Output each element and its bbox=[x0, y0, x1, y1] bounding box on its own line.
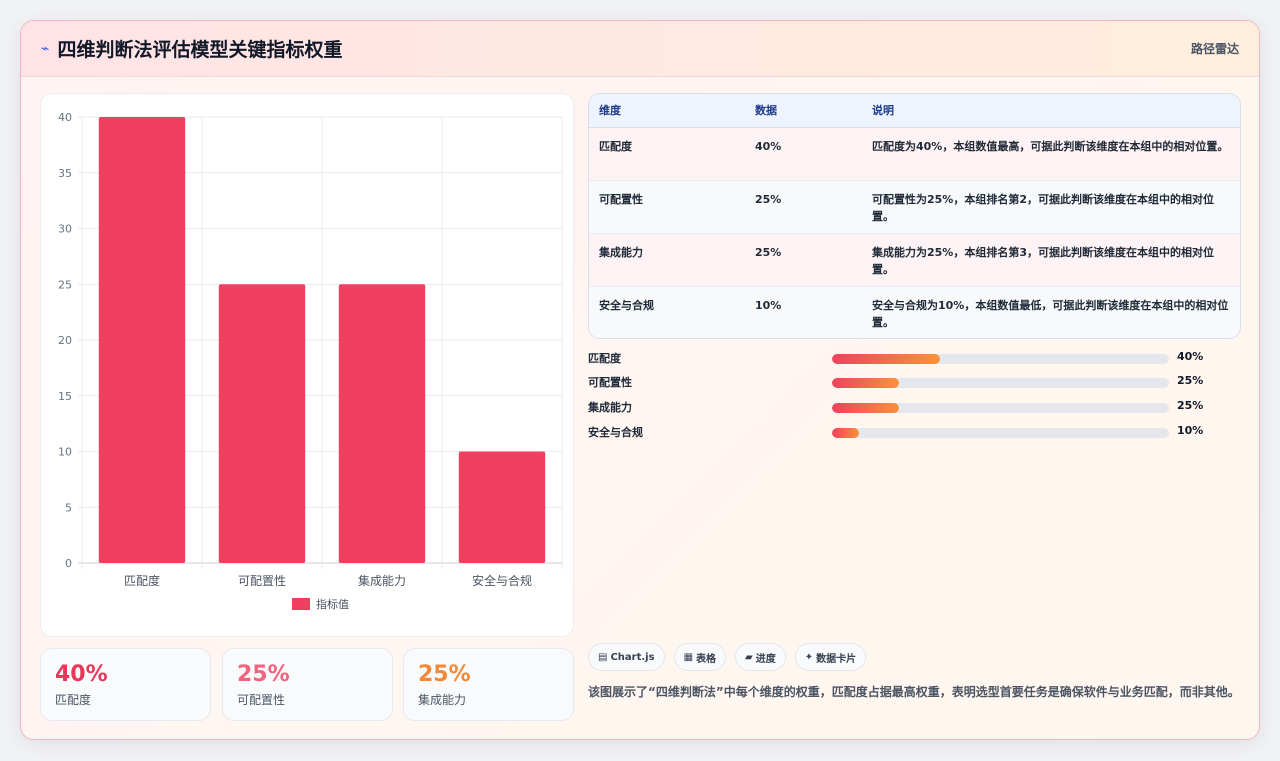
tag-data-card[interactable]: ✦ 数据卡片 bbox=[794, 643, 867, 671]
progress-fill bbox=[832, 378, 900, 388]
progress-track bbox=[832, 403, 1169, 413]
progress-value: 25% bbox=[1177, 374, 1204, 387]
column-header-data: 数据 bbox=[745, 94, 862, 128]
table-row: 匹配度 40% 匹配度为40%，本组数值最高，可据此判断该维度在本组中的相对位置… bbox=[589, 127, 1240, 181]
table-cell: 集成能力 bbox=[589, 233, 745, 287]
progress-row-configurability: 可配置性 25% bbox=[588, 372, 1248, 392]
progress-value: 40% bbox=[1177, 350, 1204, 363]
bar-0 bbox=[98, 117, 186, 563]
table-cell: 安全与合规 bbox=[599, 298, 654, 312]
table-cell: 安全与合规为10%，本组数值最低，可据此判断该维度在本组中的相对位置。 bbox=[872, 298, 1229, 329]
table-row: 可配置性 25% 可配置性为25%，本组排名第2，可据此判断该维度在本组中的相对… bbox=[589, 180, 1240, 234]
stat-card-match: 40% 匹配度 bbox=[40, 648, 211, 721]
column-header-dimension: 维度 bbox=[589, 94, 745, 128]
legend-swatch bbox=[292, 598, 310, 610]
page-title: 四维判断法评估模型关键指标权重 bbox=[57, 39, 343, 61]
tag-label: 数据卡片 bbox=[816, 653, 857, 665]
y-tick-label: 20 bbox=[58, 334, 72, 347]
progress-icon: ▰ bbox=[745, 651, 753, 663]
data-table: 维度 数据 说明 匹配度 40% 匹配度为40%，本组数值最高，可据此判断该维度… bbox=[588, 93, 1241, 339]
table-cell: 可配置性 bbox=[589, 180, 745, 234]
stat-label: 集成能力 bbox=[418, 693, 467, 707]
bar-chart: 0 5 10 15 20 25 30 35 40 匹配度 可配置性 集成能力 安全与合规指标值 bbox=[40, 93, 574, 637]
y-tick-label: 35 bbox=[58, 167, 72, 180]
header: ⌁ 四维判断法评估模型关键指标权重 路径雷达 bbox=[21, 21, 1259, 77]
y-tick-label: 0 bbox=[65, 557, 72, 570]
progress-track bbox=[832, 428, 1169, 438]
progress-fill bbox=[832, 354, 940, 364]
progress-label: 安全与合规 bbox=[588, 426, 643, 439]
tag-label: Chart.js bbox=[610, 651, 655, 663]
progress-row-security: 安全与合规 10% bbox=[588, 422, 1248, 442]
table-cell: 匹配度 bbox=[589, 127, 745, 181]
y-tick-label: 15 bbox=[58, 390, 72, 403]
table-cell: 25% bbox=[745, 233, 862, 287]
stat-value: 25% bbox=[237, 662, 290, 687]
progress-track bbox=[832, 378, 1169, 388]
table-cell: 25% bbox=[745, 180, 862, 234]
y-tick-label: 25 bbox=[58, 278, 72, 291]
progress-fill bbox=[832, 403, 900, 413]
table-cell: 10% bbox=[755, 298, 782, 312]
progress-row-match: 匹配度 40% bbox=[588, 348, 1248, 368]
progress-track bbox=[832, 354, 1169, 364]
y-tick-label: 40 bbox=[58, 111, 72, 124]
progress-fill bbox=[832, 428, 859, 438]
table-cell: 可配置性为25%，本组排名第2，可据此判断该维度在本组中的相对位置。 bbox=[862, 180, 1240, 234]
table-cell: 集成能力为25%，本组排名第3，可据此判断该维度在本组中的相对位置。 bbox=[862, 233, 1240, 287]
progress-value: 10% bbox=[1177, 424, 1204, 437]
title-wrap: ⌁ 四维判断法评估模型关键指标权重 bbox=[41, 35, 342, 62]
bar-3 bbox=[458, 451, 546, 563]
tag-label: 表格 bbox=[696, 653, 717, 665]
table-header-row: 维度 数据 说明 bbox=[589, 94, 1240, 128]
y-tick-label: 10 bbox=[58, 446, 72, 459]
x-tick-label: 集成能力 bbox=[358, 573, 406, 588]
stat-card-configurability: 25% 可配置性 bbox=[222, 648, 393, 721]
main-card: ⌁ 四维判断法评估模型关键指标权重 路径雷达 0 5 10 15 20 25 30 35 40 匹… bbox=[20, 20, 1260, 740]
stat-label: 匹配度 bbox=[55, 693, 92, 707]
y-tick-label: 5 bbox=[65, 501, 72, 514]
pulse-icon: ⌁ bbox=[41, 40, 50, 57]
progress-label: 可配置性 bbox=[588, 376, 632, 389]
x-tick-label: 匹配度 bbox=[124, 573, 160, 588]
stat-card-integration: 25% 集成能力 bbox=[403, 648, 574, 721]
card-icon: ✦ bbox=[804, 651, 814, 663]
bar-2 bbox=[338, 284, 426, 563]
x-tick-label: 安全与合规 bbox=[472, 573, 532, 588]
legend-label: 指标值 bbox=[316, 597, 349, 611]
tag-table[interactable]: ▦ 表格 bbox=[673, 643, 727, 671]
stat-value: 40% bbox=[55, 662, 108, 687]
table-row: 集成能力 25% 集成能力为25%，本组排名第3，可据此判断该维度在本组中的相对… bbox=[589, 233, 1240, 287]
progress-value: 25% bbox=[1177, 399, 1204, 412]
progress-label: 匹配度 bbox=[588, 352, 621, 365]
chart-icon: ▤ bbox=[598, 651, 608, 663]
table-icon: ▦ bbox=[683, 651, 694, 663]
y-tick-label: 30 bbox=[58, 223, 72, 236]
table-cell: 匹配度为40%，本组数值最高，可据此判断该维度在本组中的相对位置。 bbox=[862, 127, 1240, 181]
stat-value: 25% bbox=[418, 662, 471, 687]
progress-row-integration: 集成能力 25% bbox=[588, 397, 1248, 417]
table-cell: 40% bbox=[745, 127, 862, 181]
route-radar-link[interactable]: 路径雷达 bbox=[1191, 40, 1239, 57]
stat-label: 可配置性 bbox=[237, 693, 286, 707]
table-row: 安全与合规 10% 安全与合规为10%，本组数值最低，可据此判断该维度在本组中的… bbox=[589, 286, 1240, 338]
tag-label: 进度 bbox=[755, 653, 776, 665]
column-header-description: 说明 bbox=[862, 94, 1240, 128]
progress-label: 集成能力 bbox=[588, 401, 632, 414]
x-tick-label: 可配置性 bbox=[238, 574, 286, 588]
tag-chartjs[interactable]: ▤ Chart.js bbox=[588, 643, 665, 671]
bar-chart-svg: 0 5 10 15 20 25 30 35 40 匹配度 可配置性 集成能力 安全与合规指标值 bbox=[58, 111, 563, 611]
tag-progress[interactable]: ▰ 进度 bbox=[735, 643, 786, 671]
bar-1 bbox=[218, 284, 306, 563]
tag-list: ▤ Chart.js ▦ 表格 ▰ 进度 ✦ 数据卡片 bbox=[588, 643, 867, 671]
chart-description: 该图展示了“四维判断法”中每个维度的权重，匹配度占据最高权重，表明选型首要任务是… bbox=[588, 685, 1240, 699]
